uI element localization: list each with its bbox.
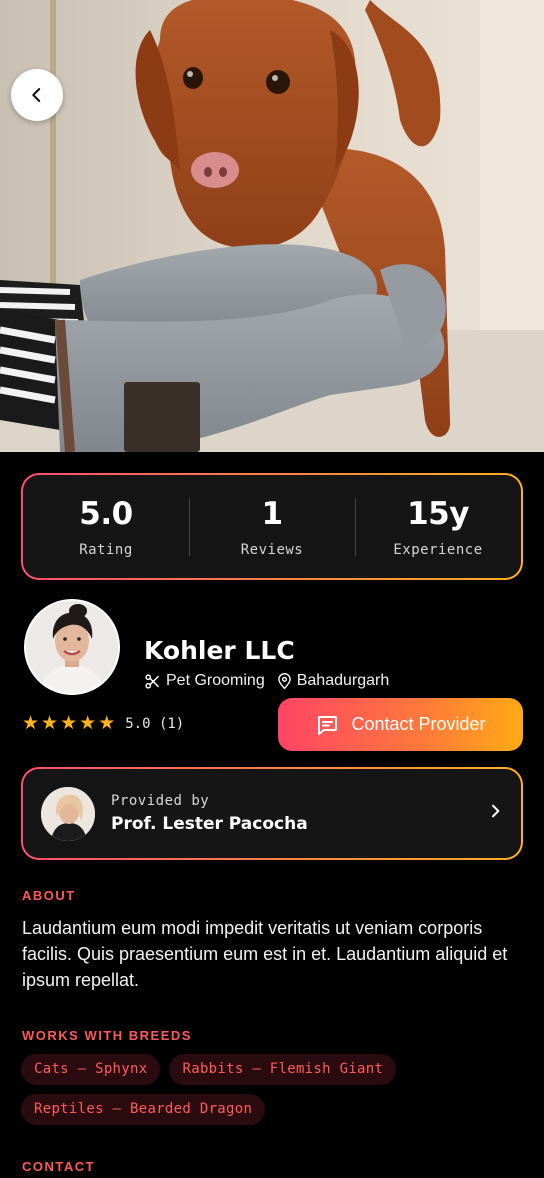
dog-grooming-illustration (0, 0, 544, 452)
about-title: ABOUT (22, 888, 76, 903)
breed-tags: Cats — Sphynx Rabbits — Flemish Giant Re… (21, 1054, 521, 1125)
business-name: Kohler LLC (144, 636, 295, 665)
provider-portrait-image (41, 786, 95, 841)
chat-bubble-icon (315, 713, 339, 737)
breed-tag: Reptiles — Bearded Dragon (21, 1094, 266, 1125)
stat-value: 15y (407, 495, 469, 532)
chevron-left-icon (32, 88, 41, 102)
stat-experience: 15y Experience (355, 496, 521, 558)
stat-value: 1 (261, 495, 283, 532)
stat-label: Reviews (240, 541, 304, 558)
stat-label: Experience (393, 541, 483, 558)
business-location: Bahadurgarh (296, 672, 390, 689)
business-meta: Pet Grooming Bahadurgarh (144, 672, 389, 690)
star-icon: ★ (98, 713, 116, 734)
provided-by-card[interactable]: Provided by Prof. Lester Pacocha (21, 767, 523, 860)
stats-card: 5.0 Rating 1 Reviews 15y Experience (21, 473, 523, 580)
rating-text: 5.0 (1) (125, 715, 185, 732)
business-avatar (24, 599, 120, 695)
stat-label: Rating (79, 541, 133, 558)
map-pin-icon (277, 672, 292, 690)
breed-tag: Cats — Sphynx (21, 1054, 161, 1085)
star-icon: ★ (22, 713, 40, 734)
provider-name: Prof. Lester Pacocha (111, 814, 308, 834)
provider-avatar (41, 786, 95, 841)
back-button[interactable] (11, 69, 63, 121)
breeds-title: WORKS WITH BREEDS (22, 1028, 192, 1043)
hero-photo (0, 0, 544, 452)
business-category: Pet Grooming (166, 672, 265, 689)
star-icon: ★ (41, 713, 59, 734)
star-icon: ★ (60, 713, 78, 734)
scissors-icon (144, 673, 161, 690)
provided-by-text: Provided by Prof. Lester Pacocha (111, 793, 487, 834)
about-text: Laudantium eum modi impedit veritatis ut… (22, 918, 508, 990)
breed-tag: Rabbits — Flemish Giant (169, 1054, 397, 1085)
contact-provider-button[interactable]: Contact Provider (278, 698, 523, 751)
stat-value: 5.0 (79, 495, 133, 532)
stat-reviews[interactable]: 1 Reviews (189, 496, 355, 558)
contact-title: CONTACT (22, 1159, 96, 1174)
rating-row: ★ ★ ★ ★ ★ 5.0 (1) (22, 714, 184, 733)
chevron-right-icon (487, 803, 503, 824)
star-icon: ★ (79, 713, 97, 734)
woman-portrait-image (26, 601, 118, 693)
stat-rating: 5.0 Rating (23, 496, 189, 558)
provided-by-label: Provided by (111, 793, 210, 809)
contact-provider-label: Contact Provider (351, 714, 486, 734)
